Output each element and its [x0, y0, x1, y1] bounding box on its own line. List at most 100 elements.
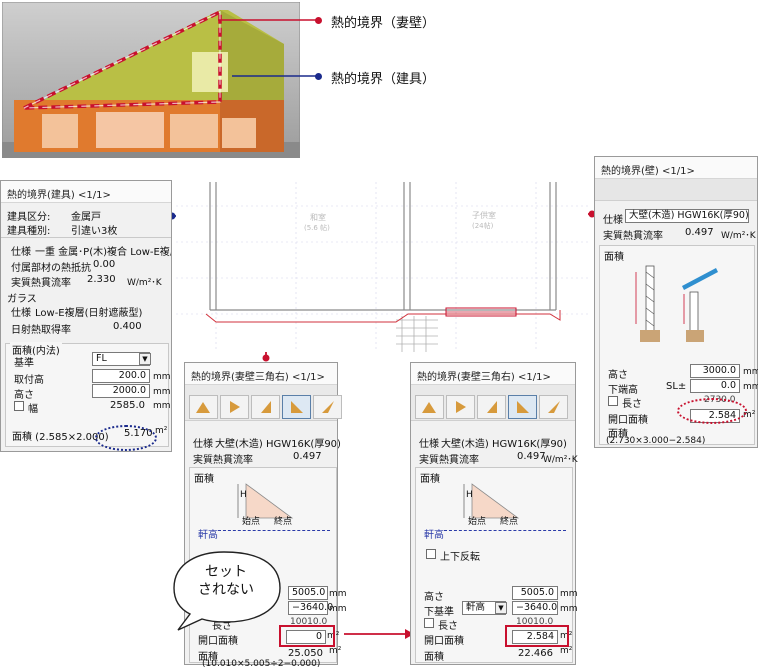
shape-triangle-slant-button[interactable] — [313, 395, 342, 419]
solar-value: 0.400 — [113, 321, 142, 332]
tri-left-opening-label: 開口面積 — [198, 636, 238, 647]
bubble-line1: セット — [205, 564, 247, 580]
mount-height-input[interactable]: 200.0 — [92, 369, 150, 383]
tri-right-base-label: 下基準 — [424, 607, 454, 618]
plan-room1-sub: (5.6 帖) — [304, 223, 330, 232]
r-shape-triangle-slant-button[interactable] — [539, 395, 568, 419]
wall-area-title: 面積 — [604, 252, 624, 263]
wall-spec-label: 仕様 — [603, 215, 623, 226]
tri-left-spec-value[interactable]: 大壁(木造) HGW16K(厚90) — [215, 435, 341, 450]
wall-panel-title: 熱的境界(壁) <1/1> — [595, 157, 757, 179]
fitting-callout-dot — [315, 73, 322, 80]
tri-right-opening-highlight — [505, 625, 569, 647]
wall-opening-label: 開口面積 — [608, 415, 648, 426]
callout-gable-label: 熱的境界（妻壁） — [331, 16, 436, 31]
wall-length-label: 長さ — [622, 399, 642, 410]
shape-triangle-right-button[interactable] — [220, 395, 249, 419]
tri-right-h-label: H — [466, 490, 473, 500]
u-value: 2.330 — [87, 274, 116, 285]
wall-section-diagram — [635, 265, 718, 342]
tri-left-area-value: 25.050 — [288, 648, 323, 659]
area-label: 面積 (2.585×2.000) — [12, 432, 109, 443]
tri-right-height-input[interactable]: 5005.0 — [512, 586, 558, 600]
resist-value: 0.00 — [93, 259, 116, 270]
area-unit: m² — [155, 426, 168, 436]
width-value: 2585.0 — [110, 400, 145, 411]
tri-left-area-expr: (10.010×5.005÷2−0.000) — [202, 659, 321, 669]
shape-triangle-right-angle-button[interactable] — [282, 395, 311, 419]
r-shape-triangle-right-angle-button[interactable] — [508, 395, 537, 419]
glass-spec-label: 仕様 — [11, 308, 31, 319]
wall-lower-unit: mm — [743, 382, 758, 392]
flip-checkbox[interactable] — [426, 549, 436, 559]
wall-lower-input[interactable]: 0.0 — [690, 379, 740, 393]
glass-spec-value[interactable]: Low-E複層(日射遮蔽型) — [35, 304, 142, 319]
height-label: 高さ — [14, 390, 34, 401]
wall-lower-sub: SL± — [666, 381, 687, 392]
tri-left-eave-label: 軒高 — [198, 530, 218, 541]
tri-right-diagram — [463, 483, 520, 519]
tri-left-u-value: 0.497 — [293, 451, 322, 462]
bubble-line2: されない — [198, 582, 254, 598]
resist-label: 付属部材の熱抵抗 — [11, 263, 91, 274]
plan-room1-label: 和室 — [310, 212, 326, 222]
r-shape-triangle-up-button[interactable] — [415, 395, 444, 419]
tri-right-u-unit: W/m²･K — [543, 455, 578, 465]
r-shape-triangle-right-button[interactable] — [446, 395, 475, 419]
base-dropdown-icon[interactable]: ▼ — [139, 353, 151, 365]
tri-right-title: 熱的境界(妻壁三角右) <1/1> — [411, 363, 575, 385]
tri-right-eave-label: 軒高 — [424, 530, 444, 541]
wall-height-unit: mm — [743, 367, 758, 377]
type-label: 建具種別: — [7, 226, 51, 237]
tri-right-area-label: 面積 — [424, 652, 444, 663]
tri-right-area-value: 22.466 — [518, 648, 553, 659]
floor-plan: 和室 (5.6 帖) 子供室 (24帖) — [176, 182, 588, 352]
mount-unit: mm — [153, 372, 171, 382]
callout-fitting-label: 熱的境界（建具） — [331, 72, 436, 87]
r-shape-triangle-left-button[interactable] — [477, 395, 506, 419]
tri-right-u-label: 実質熱貫流率 — [419, 455, 479, 466]
flip-label: 上下反転 — [440, 552, 480, 563]
tri-right-spec-label: 仕様 — [419, 439, 439, 450]
gable-callout-dot — [315, 17, 322, 24]
tri-right-area-title: 面積 — [420, 474, 440, 485]
wall-lower-label: 下端高 — [608, 385, 638, 396]
spec-label: 仕様 — [11, 247, 31, 258]
tri-left-h-label: H — [240, 490, 247, 500]
width-unit: mm — [153, 401, 171, 411]
fitting-panel-title: 熱的境界(建具) <1/1> — [1, 181, 171, 203]
width-label: 幅 — [28, 404, 38, 415]
shape-triangle-left-button[interactable] — [251, 395, 280, 419]
tri-left-diagram — [237, 483, 294, 519]
wall-opening-highlight — [677, 398, 747, 424]
solar-label: 日射熱取得率 — [11, 325, 71, 336]
tri-right-offset-unit: mm — [560, 604, 578, 614]
tri-right-offset-input[interactable]: −3640.0 — [512, 601, 558, 615]
fitting-boundary-panel: 熱的境界(建具) <1/1> 建具区分: 金属戸 建具種別: 引違い3枚 仕様 … — [0, 180, 172, 452]
tri-left-spec-label: 仕様 — [193, 439, 213, 450]
type-value: 引違い3枚 — [71, 226, 118, 237]
shape-triangle-up-button[interactable] — [189, 395, 218, 419]
mount-label: 取付高 — [14, 375, 44, 386]
tri-left-end-label: 終点 — [274, 517, 293, 527]
house-illustration — [2, 2, 300, 158]
wall-height-input[interactable]: 3000.0 — [690, 364, 740, 378]
wall-u-unit: W/m²･K — [721, 231, 756, 241]
width-checkbox[interactable] — [14, 401, 24, 411]
tri-left-u-label: 実質熱貫流率 — [193, 455, 253, 466]
plan-room2-label: 子供室 — [472, 210, 496, 220]
tri-right-area-unit: m² — [560, 646, 573, 656]
tri-left-offset-unit: mm — [329, 604, 347, 614]
height-input[interactable]: 2000.0 — [92, 384, 150, 398]
tri-right-spec-value[interactable]: 大壁(木造) HGW16K(厚90) — [441, 435, 567, 450]
spec-value[interactable]: 一重 金属･P(木)複合 Low-E複層(A10以 — [35, 243, 171, 258]
wall-spec-input[interactable]: 大壁(木造) HGW16K(厚90) — [625, 209, 749, 223]
tri-right-length-label: 長さ — [438, 621, 458, 632]
tri-right-length-checkbox[interactable] — [424, 618, 434, 628]
tri-left-start-label: 始点 — [242, 517, 261, 527]
plan-room2-sub: (24帖) — [472, 221, 494, 230]
wall-length-checkbox[interactable] — [608, 396, 618, 406]
tri-right-start-label: 始点 — [468, 517, 487, 527]
tri-right-base-dropdown-icon[interactable]: ▼ — [495, 602, 507, 614]
tri-right-u-value: 0.497 — [517, 451, 546, 462]
